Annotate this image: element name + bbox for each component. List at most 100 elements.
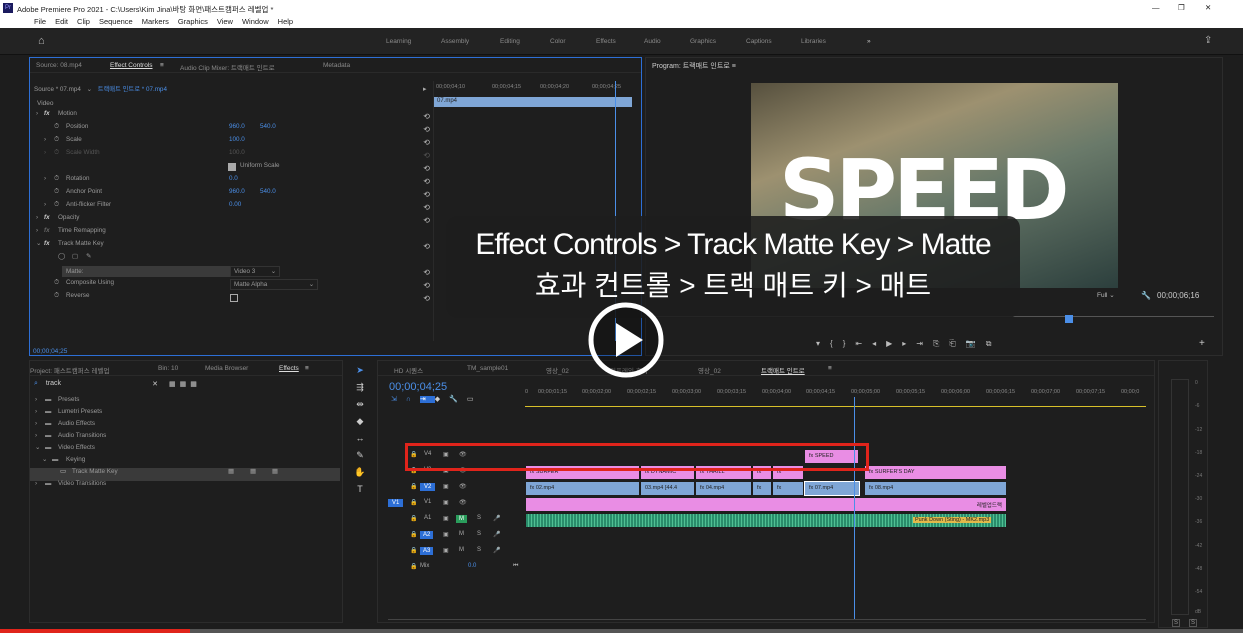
play-only-icon[interactable]: ▸ bbox=[423, 85, 427, 93]
stopwatch-icon[interactable]: ⏱ bbox=[54, 123, 59, 131]
tab-track-matte-intro[interactable]: 트랙매트 인트로 bbox=[761, 365, 805, 375]
lift-icon[interactable]: ⎘ bbox=[933, 339, 949, 348]
tab-metadata[interactable]: Metadata bbox=[323, 62, 350, 69]
panel-menu-icon[interactable]: ≡ bbox=[828, 365, 832, 372]
video-progress-bar[interactable] bbox=[0, 629, 1243, 633]
composite-using-dropdown[interactable]: Matte Alpha ⌄ bbox=[230, 279, 318, 290]
razor-tool-icon[interactable]: ◆ bbox=[348, 413, 372, 430]
menu-help[interactable]: Help bbox=[278, 17, 293, 26]
workspace-learning[interactable]: Learning bbox=[386, 38, 411, 45]
workspace-color[interactable]: Color bbox=[550, 38, 566, 45]
matte-dropdown[interactable]: Video 3 ⌄ bbox=[230, 266, 280, 277]
extract-icon[interactable]: ⎗ bbox=[949, 339, 965, 348]
clip-small[interactable]: fx bbox=[772, 481, 804, 496]
uniform-scale-checkbox[interactable] bbox=[228, 163, 236, 171]
workspace-assembly[interactable]: Assembly bbox=[441, 38, 469, 45]
reset-icon[interactable]: ⟲ bbox=[423, 190, 430, 199]
minimize-button[interactable]: — bbox=[1152, 3, 1160, 12]
export-frame-icon[interactable]: 📷 bbox=[966, 339, 986, 348]
clip-surfers-day[interactable]: fx SURFER'S DAY bbox=[864, 465, 1007, 480]
panel-menu-icon[interactable]: ≡ bbox=[160, 62, 164, 69]
timeline-timecode[interactable]: 00;00;04;25 bbox=[389, 381, 447, 393]
workspace-libraries[interactable]: Libraries bbox=[801, 38, 826, 45]
video-play-button-icon[interactable] bbox=[576, 296, 676, 384]
timeline-playhead[interactable] bbox=[854, 397, 855, 619]
menu-sequence[interactable]: Sequence bbox=[99, 17, 133, 26]
maximize-button[interactable]: ❐ bbox=[1178, 3, 1185, 12]
play-button[interactable]: ▶ bbox=[886, 339, 902, 348]
mark-in-icon[interactable]: { bbox=[830, 339, 843, 348]
compare-icon[interactable]: ⧉ bbox=[986, 339, 1002, 348]
tab-video-02b[interactable]: 영상_02 bbox=[698, 365, 721, 375]
bin-icons[interactable]: ▦▦▦ bbox=[169, 380, 201, 388]
reset-icon[interactable]: ⟲ bbox=[423, 112, 430, 121]
reset-icon[interactable]: ⟲ bbox=[423, 125, 430, 134]
rectangle-mask-icon[interactable]: ▢ bbox=[72, 253, 78, 260]
reset-icon[interactable]: ⟲ bbox=[423, 294, 430, 303]
workspace-audio[interactable]: Audio bbox=[644, 38, 661, 45]
stopwatch-icon[interactable]: ⏱ bbox=[54, 201, 59, 209]
wrench-icon[interactable]: 🔧 bbox=[1141, 291, 1151, 300]
tab-effect-controls[interactable]: Effect Controls bbox=[110, 62, 153, 69]
pen-tool-icon[interactable]: ✎ bbox=[348, 447, 372, 464]
track-v1[interactable]: V1 🔒 V1 ▣ 👁 bbox=[388, 499, 524, 514]
tab-audio-clip-mixer[interactable]: Audio Clip Mixer: 트랙매트 인트로 bbox=[180, 62, 275, 72]
go-to-in-icon[interactable]: ⇤ bbox=[855, 339, 872, 348]
timeline-tool-icons[interactable]: ⇲∩⇥◆🔧▭ bbox=[391, 395, 483, 403]
track-a3[interactable]: 🔒 A3 ▣ M S 🎤 bbox=[406, 547, 524, 562]
sequence-clip-label[interactable]: 트랙매트 인트로 * 07.mp4 bbox=[98, 86, 167, 93]
menu-view[interactable]: View bbox=[217, 17, 233, 26]
panel-menu-icon[interactable]: ≡ bbox=[732, 63, 736, 70]
tab-effects[interactable]: Effects bbox=[279, 365, 299, 372]
fit-dropdown[interactable]: Full bbox=[1097, 292, 1107, 299]
playhead-marker[interactable] bbox=[1065, 315, 1073, 323]
type-tool-icon[interactable]: T bbox=[348, 481, 372, 498]
reset-icon[interactable]: ⟲ bbox=[423, 242, 430, 251]
slip-tool-icon[interactable]: ↔ bbox=[348, 430, 372, 447]
property-row[interactable]: › ⏱ Scale 100.0 ⟲ bbox=[34, 136, 430, 149]
chevron-down-icon[interactable]: ⌄ bbox=[87, 86, 92, 93]
workspace-graphics[interactable]: Graphics bbox=[690, 38, 716, 45]
step-forward-icon[interactable]: ▸ bbox=[902, 339, 916, 348]
menu-file[interactable]: File bbox=[34, 17, 46, 26]
track-select-tool-icon[interactable]: ⇶ bbox=[348, 379, 372, 396]
tab-media-browser[interactable]: Media Browser bbox=[205, 365, 248, 372]
property-row[interactable]: › ⏱ Anti-flicker Filter 0.00 ⟲ bbox=[34, 201, 430, 214]
tab-project[interactable]: Project: 패스트캠퍼스 레벨업 bbox=[30, 365, 109, 375]
solo-right-button[interactable]: S bbox=[1189, 619, 1198, 627]
share-icon[interactable]: ⇪ bbox=[1204, 35, 1212, 46]
stopwatch-icon[interactable]: ⏱ bbox=[54, 292, 59, 300]
track-a1[interactable]: 🔒 A1 ▣ M S 🎤 bbox=[406, 515, 524, 530]
selection-tool-icon[interactable]: ➤ bbox=[348, 362, 372, 379]
tab-bin[interactable]: Bin: 10 bbox=[158, 365, 178, 372]
clip-02[interactable]: fx 02.mp4 bbox=[525, 481, 640, 496]
property-row[interactable]: ⏱ Position 960.0 540.0 ⟲ bbox=[34, 123, 430, 136]
tab-tm-sample[interactable]: TM_sample01 bbox=[467, 365, 508, 372]
panel-menu-icon[interactable]: ≡ bbox=[305, 365, 309, 372]
clip-08[interactable]: fx 08.mp4 bbox=[864, 481, 1007, 496]
reset-icon[interactable]: ⟲ bbox=[423, 268, 430, 277]
stopwatch-icon[interactable]: ⏱ bbox=[54, 279, 59, 287]
menu-markers[interactable]: Markers bbox=[142, 17, 169, 26]
pen-mask-icon[interactable]: ✎ bbox=[86, 253, 91, 260]
time-ruler[interactable]: 0 00;00;01;15 00;00;02;00 00;00;02;15 00… bbox=[525, 387, 1146, 407]
reset-icon[interactable]: ⟲ bbox=[423, 164, 430, 173]
property-row[interactable]: Uniform Scale ⟲ bbox=[34, 162, 430, 175]
home-icon[interactable]: ⌂ bbox=[38, 35, 45, 47]
property-row[interactable]: ⏱ Composite Using Matte Alpha ⌄ ⟲ bbox=[34, 279, 430, 292]
property-row[interactable]: › fx Time Remapping bbox=[34, 227, 430, 240]
menu-graphics[interactable]: Graphics bbox=[178, 17, 208, 26]
clear-search-icon[interactable]: ✕ bbox=[152, 380, 158, 388]
clip-03[interactable]: 03.mp4 [44.4 bbox=[640, 481, 695, 496]
menu-edit[interactable]: Edit bbox=[55, 17, 68, 26]
reset-icon[interactable]: ⟲ bbox=[423, 138, 430, 147]
ellipse-mask-icon[interactable]: ◯ bbox=[58, 253, 65, 260]
more-workspaces-icon[interactable]: » bbox=[867, 38, 871, 45]
property-row[interactable]: › fx Opacity ⟲ bbox=[34, 214, 430, 227]
add-marker-icon[interactable]: ▾ bbox=[816, 339, 830, 348]
clip-07[interactable]: fx 07.mp4 bbox=[804, 481, 860, 496]
close-button[interactable]: ✕ bbox=[1205, 3, 1211, 12]
tree-item[interactable]: › ▬ Video Transitions bbox=[30, 480, 340, 493]
clip-audio[interactable]: Punk Down (Sting) - MK2.mp3 bbox=[525, 513, 1007, 528]
add-button-icon[interactable]: + bbox=[1199, 338, 1205, 349]
